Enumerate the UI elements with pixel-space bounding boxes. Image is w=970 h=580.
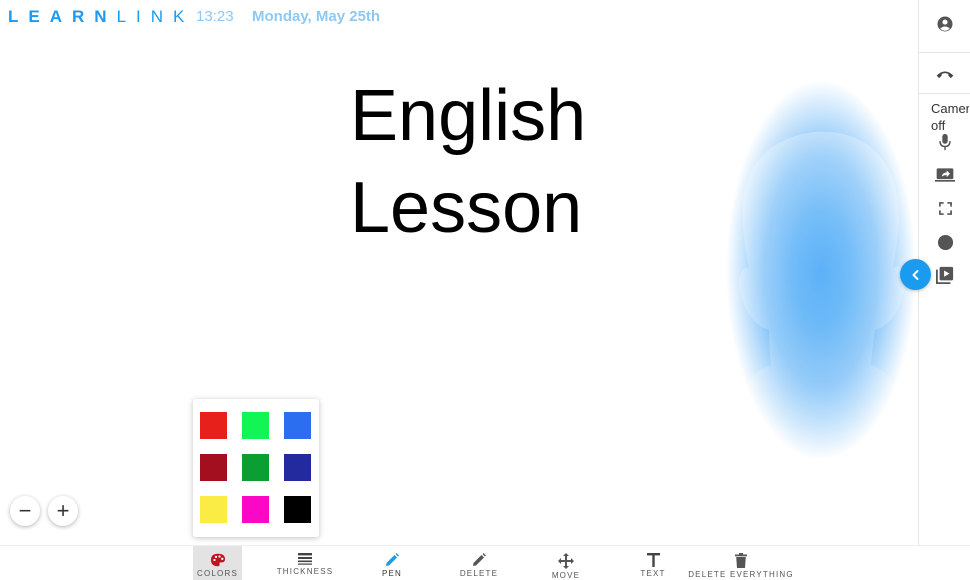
video-library-icon	[936, 266, 954, 284]
logo-link-text: LINK	[116, 7, 195, 26]
chevron-left-icon	[912, 269, 918, 280]
delete-everything-button[interactable]: DELETE EVERYTHING	[688, 546, 794, 580]
microphone-button[interactable]	[919, 132, 970, 152]
color-swatch-magenta[interactable]	[242, 496, 269, 523]
color-swatch-blue[interactable]	[284, 412, 311, 439]
thickness-tool-button[interactable]: THICKNESS	[270, 546, 340, 580]
hang-up-button[interactable]	[919, 64, 970, 84]
colors-tool-button[interactable]: COLORS	[193, 546, 242, 580]
zoom-in-button[interactable]: +	[48, 496, 78, 526]
rail-divider	[919, 52, 970, 53]
zoom-out-button[interactable]: −	[10, 496, 40, 526]
trash-icon	[735, 553, 747, 568]
color-swatch-red[interactable]	[200, 412, 227, 439]
microphone-icon	[939, 133, 951, 151]
text-tool-button[interactable]: TEXT	[636, 546, 670, 580]
record-icon	[937, 234, 953, 250]
colors-tool-label: COLORS	[197, 569, 238, 578]
drawing-toolbar: COLORS THICKNESS PEN DELETE MOVE TEXT DE…	[0, 545, 970, 580]
hang-up-icon	[936, 71, 954, 79]
record-button[interactable]	[919, 232, 970, 252]
color-palette-popup	[193, 399, 319, 537]
camera-status-label: Camera off	[931, 101, 969, 133]
color-swatch-black[interactable]	[284, 496, 311, 523]
thickness-tool-label: THICKNESS	[276, 567, 334, 576]
color-swatch-dark-green[interactable]	[242, 454, 269, 481]
account-button[interactable]	[919, 13, 970, 35]
screen-share-button[interactable]	[919, 165, 970, 185]
screen-share-icon	[935, 168, 955, 182]
clock-date: Monday, May 25th	[252, 8, 381, 25]
avatar-silhouette-icon	[739, 131, 906, 465]
color-swatch-dark-blue[interactable]	[284, 454, 311, 481]
whiteboard-text-line: Lesson	[350, 168, 583, 248]
move-tool-button[interactable]: MOVE	[546, 546, 586, 580]
color-swatch-dark-red[interactable]	[200, 454, 227, 481]
fullscreen-icon	[938, 201, 952, 215]
move-tool-label: MOVE	[551, 571, 581, 580]
rail-divider	[919, 93, 970, 94]
delete-everything-label: DELETE EVERYTHING	[688, 570, 794, 579]
pen-tool-label: PEN	[381, 569, 403, 578]
pen-icon	[386, 553, 399, 566]
app-logo: LEARNLINK	[8, 7, 194, 27]
participant-video-tile	[721, 80, 919, 465]
delete-tool-button[interactable]: DELETE	[455, 546, 503, 580]
clock-time: 13:23	[196, 8, 234, 25]
whiteboard-text[interactable]: English Lesson	[350, 70, 610, 254]
eraser-pen-icon	[473, 553, 486, 566]
pen-tool-button[interactable]: PEN	[372, 546, 412, 580]
account-icon	[937, 16, 953, 32]
move-icon	[558, 553, 574, 569]
collapse-panel-button[interactable]	[900, 259, 931, 290]
text-tool-label: TEXT	[640, 569, 666, 578]
color-swatch-green[interactable]	[242, 412, 269, 439]
thickness-icon	[298, 553, 312, 565]
whiteboard-text-line: English	[350, 76, 587, 156]
delete-tool-label: DELETE	[459, 569, 499, 578]
palette-icon	[210, 553, 225, 567]
logo-learn-text: LEARN	[8, 7, 117, 26]
color-swatch-yellow[interactable]	[200, 496, 227, 523]
fullscreen-button[interactable]	[919, 199, 970, 217]
text-icon	[646, 553, 660, 567]
